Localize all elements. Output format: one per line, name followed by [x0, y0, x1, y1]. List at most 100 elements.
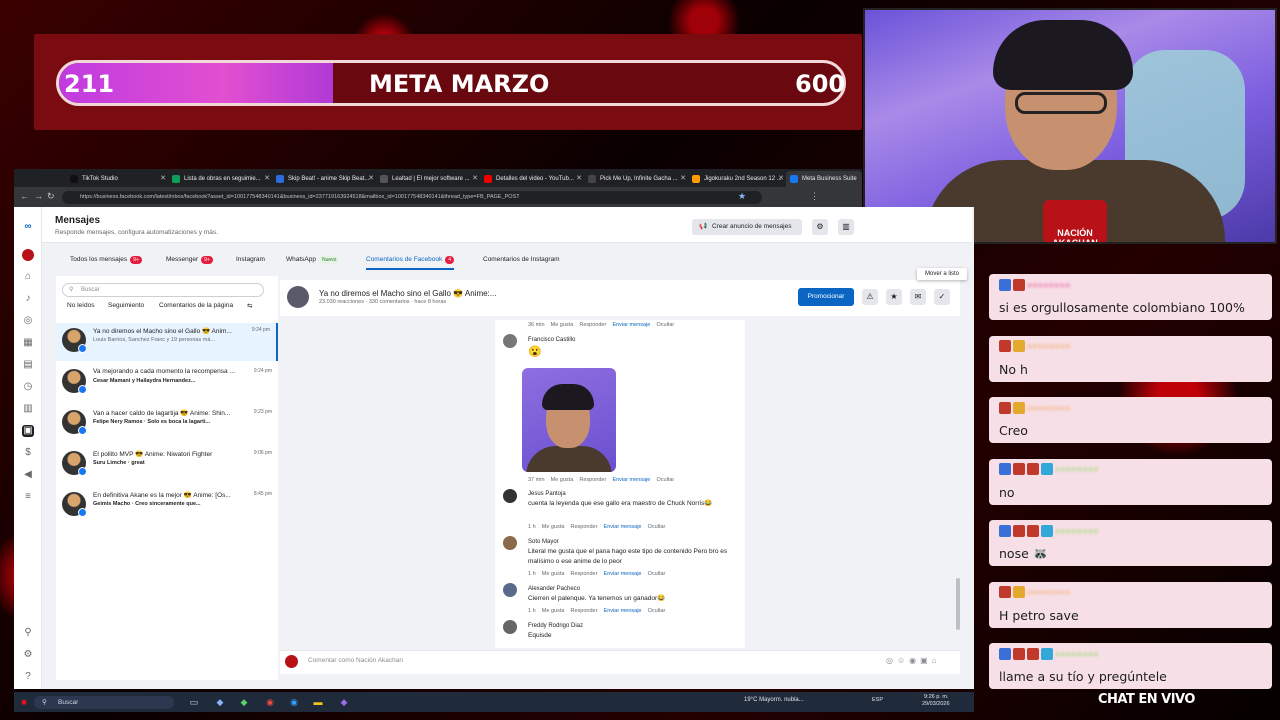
scrollbar[interactable] — [956, 578, 960, 630]
comment-author[interactable]: Alexander Pacheco — [528, 586, 580, 592]
conversation-item[interactable]: En definitiva Akane es la mejor 😎 Anime:… — [56, 487, 278, 525]
insights-icon[interactable]: ▥ — [22, 403, 34, 415]
app-icon[interactable]: ◆ — [238, 695, 250, 709]
hide-link[interactable]: Ocultar — [648, 608, 666, 614]
bookmark-star-icon[interactable]: ★ — [738, 191, 746, 202]
browser-tab[interactable]: Pick Me Up, Infinite Gacha ... ✕ — [584, 171, 688, 187]
hide-link[interactable]: Ocultar — [656, 477, 674, 483]
app-icon[interactable]: ◉ — [264, 695, 276, 709]
browser-app-icon[interactable]: ◉ — [288, 695, 300, 709]
mark-done-icon[interactable]: ✓ — [934, 289, 950, 305]
send-message-link[interactable]: Enviar mensaje — [604, 524, 642, 530]
automation-button[interactable]: ⚙ — [812, 219, 828, 235]
comment-input[interactable]: Comentar como Nación Akachan — [308, 657, 403, 664]
browser-tab[interactable]: Skip Beat! - anime Skip Beat... ✕ — [272, 171, 376, 187]
send-message-link[interactable]: Enviar mensaje — [612, 477, 650, 483]
folder-icon[interactable]: ▬ — [312, 695, 324, 709]
notifications-icon[interactable]: ♪ — [22, 293, 34, 305]
close-icon[interactable]: ✕ — [680, 171, 686, 187]
back-icon[interactable]: ← — [20, 191, 29, 201]
browser-tab[interactable]: Detalles del video - YouTub... ✕ — [480, 171, 584, 187]
tab-messenger[interactable]: Messenger 9+ — [166, 250, 213, 270]
planner-icon[interactable]: ◷ — [22, 381, 34, 393]
filter-options-icon[interactable]: ⇆ — [247, 302, 252, 310]
inbox-icon[interactable]: ▣ — [22, 425, 34, 437]
taskbar-search[interactable]: ⚲ Buscar — [34, 696, 174, 709]
menu-icon[interactable]: ≡ — [22, 491, 34, 503]
close-icon[interactable]: ✕ — [778, 171, 784, 187]
tab-all-messages[interactable]: Todos los mensajes 9+ — [70, 250, 142, 270]
settings-icon[interactable]: ⚙ — [22, 649, 34, 661]
weather-widget[interactable]: 19°C Mayorm. nubla... — [744, 697, 804, 703]
browser-tab[interactable]: Jigokuraku 2nd Season 12 ... ✕ — [688, 171, 786, 187]
filter-unread[interactable]: No leídos — [67, 302, 94, 309]
app-icon[interactable]: ◆ — [338, 695, 350, 709]
conversation-item[interactable]: Van a hacer caldo de lagartija 😎 Anime: … — [56, 405, 278, 443]
warning-icon[interactable]: ⚠ — [862, 289, 878, 305]
star-icon[interactable]: ★ — [886, 289, 902, 305]
tab-facebook-comments[interactable]: Comentarios de Facebook 4 — [366, 250, 455, 270]
hide-link[interactable]: Ocultar — [648, 571, 666, 577]
create-ad-button[interactable]: 📢 Crear anuncio de mensajes — [692, 219, 802, 235]
comment-author[interactable]: Jesus Pantoja — [528, 491, 566, 497]
like-link[interactable]: Me gusta — [551, 477, 574, 483]
close-icon[interactable]: ✕ — [368, 171, 374, 187]
page-avatar-icon[interactable] — [22, 249, 34, 261]
extensions-icon[interactable]: ⋮ — [810, 191, 819, 202]
reply-link[interactable]: Responder — [579, 477, 606, 483]
address-bar[interactable]: https://business.facebook.com/latest/inb… — [62, 191, 762, 204]
calendar-icon[interactable]: ▦ — [22, 337, 34, 349]
app-icon[interactable]: ◆ — [214, 695, 226, 709]
comment-photo[interactable] — [522, 368, 616, 472]
comment-author[interactable]: Francisco Castillo — [528, 337, 575, 343]
conversation-item[interactable]: El pollito MVP 😎 Anime: Niwatori Fighter… — [56, 446, 278, 484]
conversation-item[interactable]: Va mejorando a cada momento la recompens… — [56, 364, 278, 402]
close-icon[interactable]: ✕ — [576, 171, 582, 187]
send-message-link[interactable]: Enviar mensaje — [604, 571, 642, 577]
mail-icon[interactable]: ✉ — [910, 289, 926, 305]
tab-instagram-comments[interactable]: Comentarios de Instagram — [483, 250, 560, 270]
browser-tab[interactable]: Lealtad | El mejor software ... ✕ — [376, 171, 480, 187]
comment-author[interactable]: Freddy Rodrigo Diaz — [528, 623, 583, 629]
send-message-link[interactable]: Enviar mensaje — [604, 608, 642, 614]
start-icon[interactable]: ■ — [18, 695, 30, 709]
reply-link[interactable]: Responder — [571, 571, 598, 577]
like-link[interactable]: Me gusta — [542, 608, 565, 614]
filter-page-comments[interactable]: Comentarios de la página — [159, 302, 233, 309]
reload-icon[interactable]: ↻ — [47, 191, 55, 202]
conversation-item[interactable]: Ya no diremos el Macho sino el Gallo 😎 A… — [56, 323, 278, 361]
close-icon[interactable]: ✕ — [264, 171, 270, 187]
like-link[interactable]: Me gusta — [542, 571, 565, 577]
tab-whatsapp[interactable]: WhatsApp Nuevo — [286, 250, 340, 270]
browser-tab-active[interactable]: Meta Business Suite — [786, 171, 862, 187]
task-view-icon[interactable]: ▭ — [188, 695, 200, 709]
language-indicator[interactable]: ESP — [872, 697, 883, 703]
like-link[interactable]: Me gusta — [551, 322, 574, 328]
browser-tab[interactable]: Lista de obras en seguimie... ✕ — [168, 171, 272, 187]
forward-icon[interactable]: → — [34, 191, 43, 201]
posts-icon[interactable]: ▤ — [22, 359, 34, 371]
browser-tab[interactable]: TikTok Studio ✕ — [66, 171, 168, 187]
tab-instagram[interactable]: Instagram — [236, 250, 265, 270]
help-icon[interactable]: ? — [22, 671, 34, 683]
send-message-link[interactable]: Enviar mensaje — [612, 322, 650, 328]
like-link[interactable]: Me gusta — [542, 524, 565, 530]
filter-followup[interactable]: Seguimiento — [108, 302, 144, 309]
hide-link[interactable]: Ocultar — [648, 524, 666, 530]
search-icon[interactable]: ⚲ — [22, 627, 34, 639]
reply-link[interactable]: Responder — [571, 608, 598, 614]
insights-button[interactable]: ▥ — [838, 219, 854, 235]
monetization-icon[interactable]: $ — [22, 447, 34, 459]
content-icon[interactable]: ◎ — [22, 315, 34, 327]
composer-tools-icons[interactable]: ◎☺◉▣⌂ — [886, 656, 941, 665]
search-input[interactable]: ⚲ Buscar — [62, 283, 264, 297]
home-icon[interactable]: ⌂ — [22, 271, 34, 283]
system-tray[interactable]: ESP 9:26 p. m. 29/03/2026 — [872, 694, 950, 707]
reply-link[interactable]: Responder — [579, 322, 606, 328]
comment-author[interactable]: Soto Mayor — [528, 539, 559, 545]
close-icon[interactable]: ✕ — [472, 171, 478, 187]
promote-button[interactable]: Promocionar — [798, 288, 854, 306]
ads-icon[interactable]: ◀ — [22, 469, 34, 481]
meta-logo-icon[interactable]: ∞ — [22, 221, 34, 233]
close-icon[interactable]: ✕ — [160, 171, 166, 187]
